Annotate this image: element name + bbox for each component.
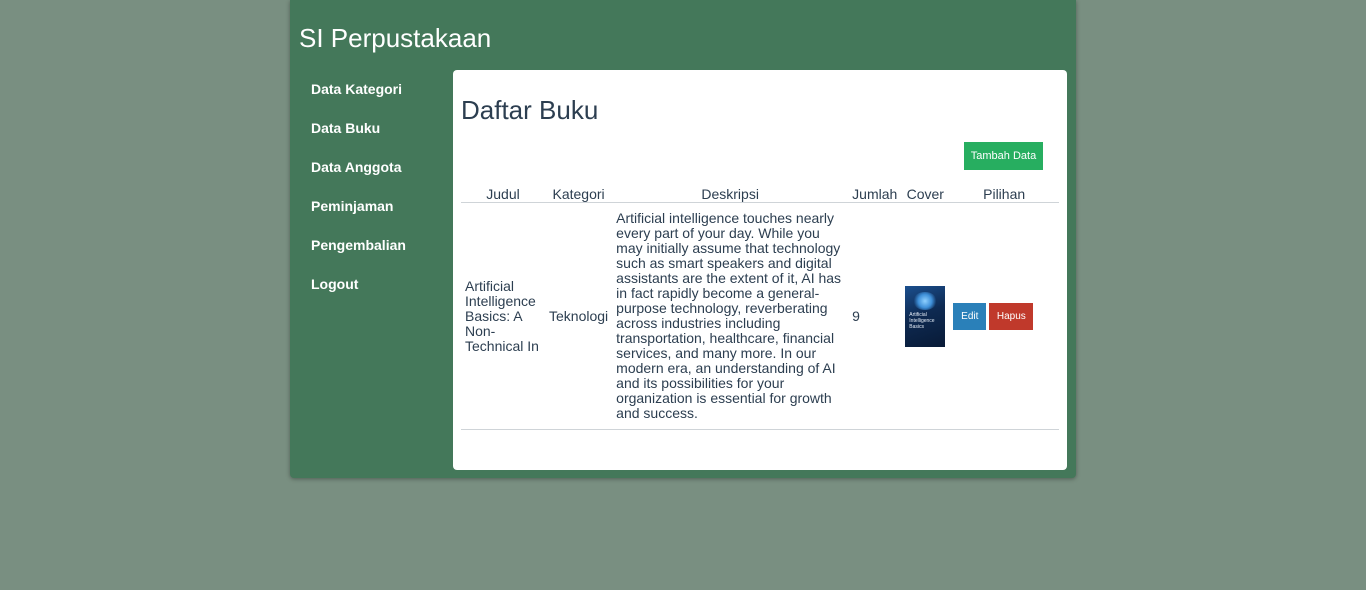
edit-button[interactable]: Edit <box>953 302 987 330</box>
cell-jumlah: 9 <box>848 202 902 430</box>
sidebar-item-data-kategori[interactable]: Data Kategori <box>311 80 441 119</box>
sidebar-item-logout[interactable]: Logout <box>311 275 441 314</box>
cell-judul: Artificial Intelligence Basics: A Non-Te… <box>461 202 545 430</box>
sidebar-item-data-buku[interactable]: Data Buku <box>311 119 441 158</box>
column-header-cover: Cover <box>901 176 950 203</box>
sidebar: Data Kategori Data Buku Data Anggota Pem… <box>311 80 441 314</box>
cell-cover: Artificial Intelligence Basics <box>901 202 950 430</box>
column-header-deskripsi: Deskripsi <box>612 176 849 203</box>
books-table: Judul Kategori Deskripsi Jumlah Cover Pi… <box>461 176 1059 430</box>
column-header-judul: Judul <box>461 176 545 203</box>
column-header-kategori: Kategori <box>545 176 613 203</box>
column-header-pilihan: Pilihan <box>949 176 1059 203</box>
delete-button[interactable]: Hapus <box>989 302 1034 330</box>
page-title: Daftar Buku <box>461 95 599 125</box>
cell-deskripsi: Artificial intelligence touches nearly e… <box>612 202 849 430</box>
add-book-button[interactable]: Tambah Data <box>964 142 1043 170</box>
sidebar-item-peminjaman[interactable]: Peminjaman <box>311 197 441 236</box>
table-row: Artificial Intelligence Basics: A Non-Te… <box>461 202 1059 430</box>
sidebar-item-pengembalian[interactable]: Pengembalian <box>311 236 441 275</box>
cell-kategori: Teknologi <box>545 202 613 430</box>
column-header-jumlah: Jumlah <box>848 176 902 203</box>
main-panel: Daftar Buku Tambah Data Judul Kategori D… <box>453 70 1067 470</box>
book-cover-image: Artificial Intelligence Basics <box>905 285 946 347</box>
table-header-row: Judul Kategori Deskripsi Jumlah Cover Pi… <box>461 176 1059 203</box>
cover-title-text: Artificial Intelligence Basics <box>909 311 935 330</box>
sidebar-item-data-anggota[interactable]: Data Anggota <box>311 158 441 197</box>
cover-glow-decoration <box>913 291 938 310</box>
app-title: SI Perpustakaan <box>299 23 492 53</box>
app-container: SI Perpustakaan Data Kategori Data Buku … <box>290 0 1076 478</box>
cell-pilihan: Edit Hapus <box>949 202 1059 430</box>
